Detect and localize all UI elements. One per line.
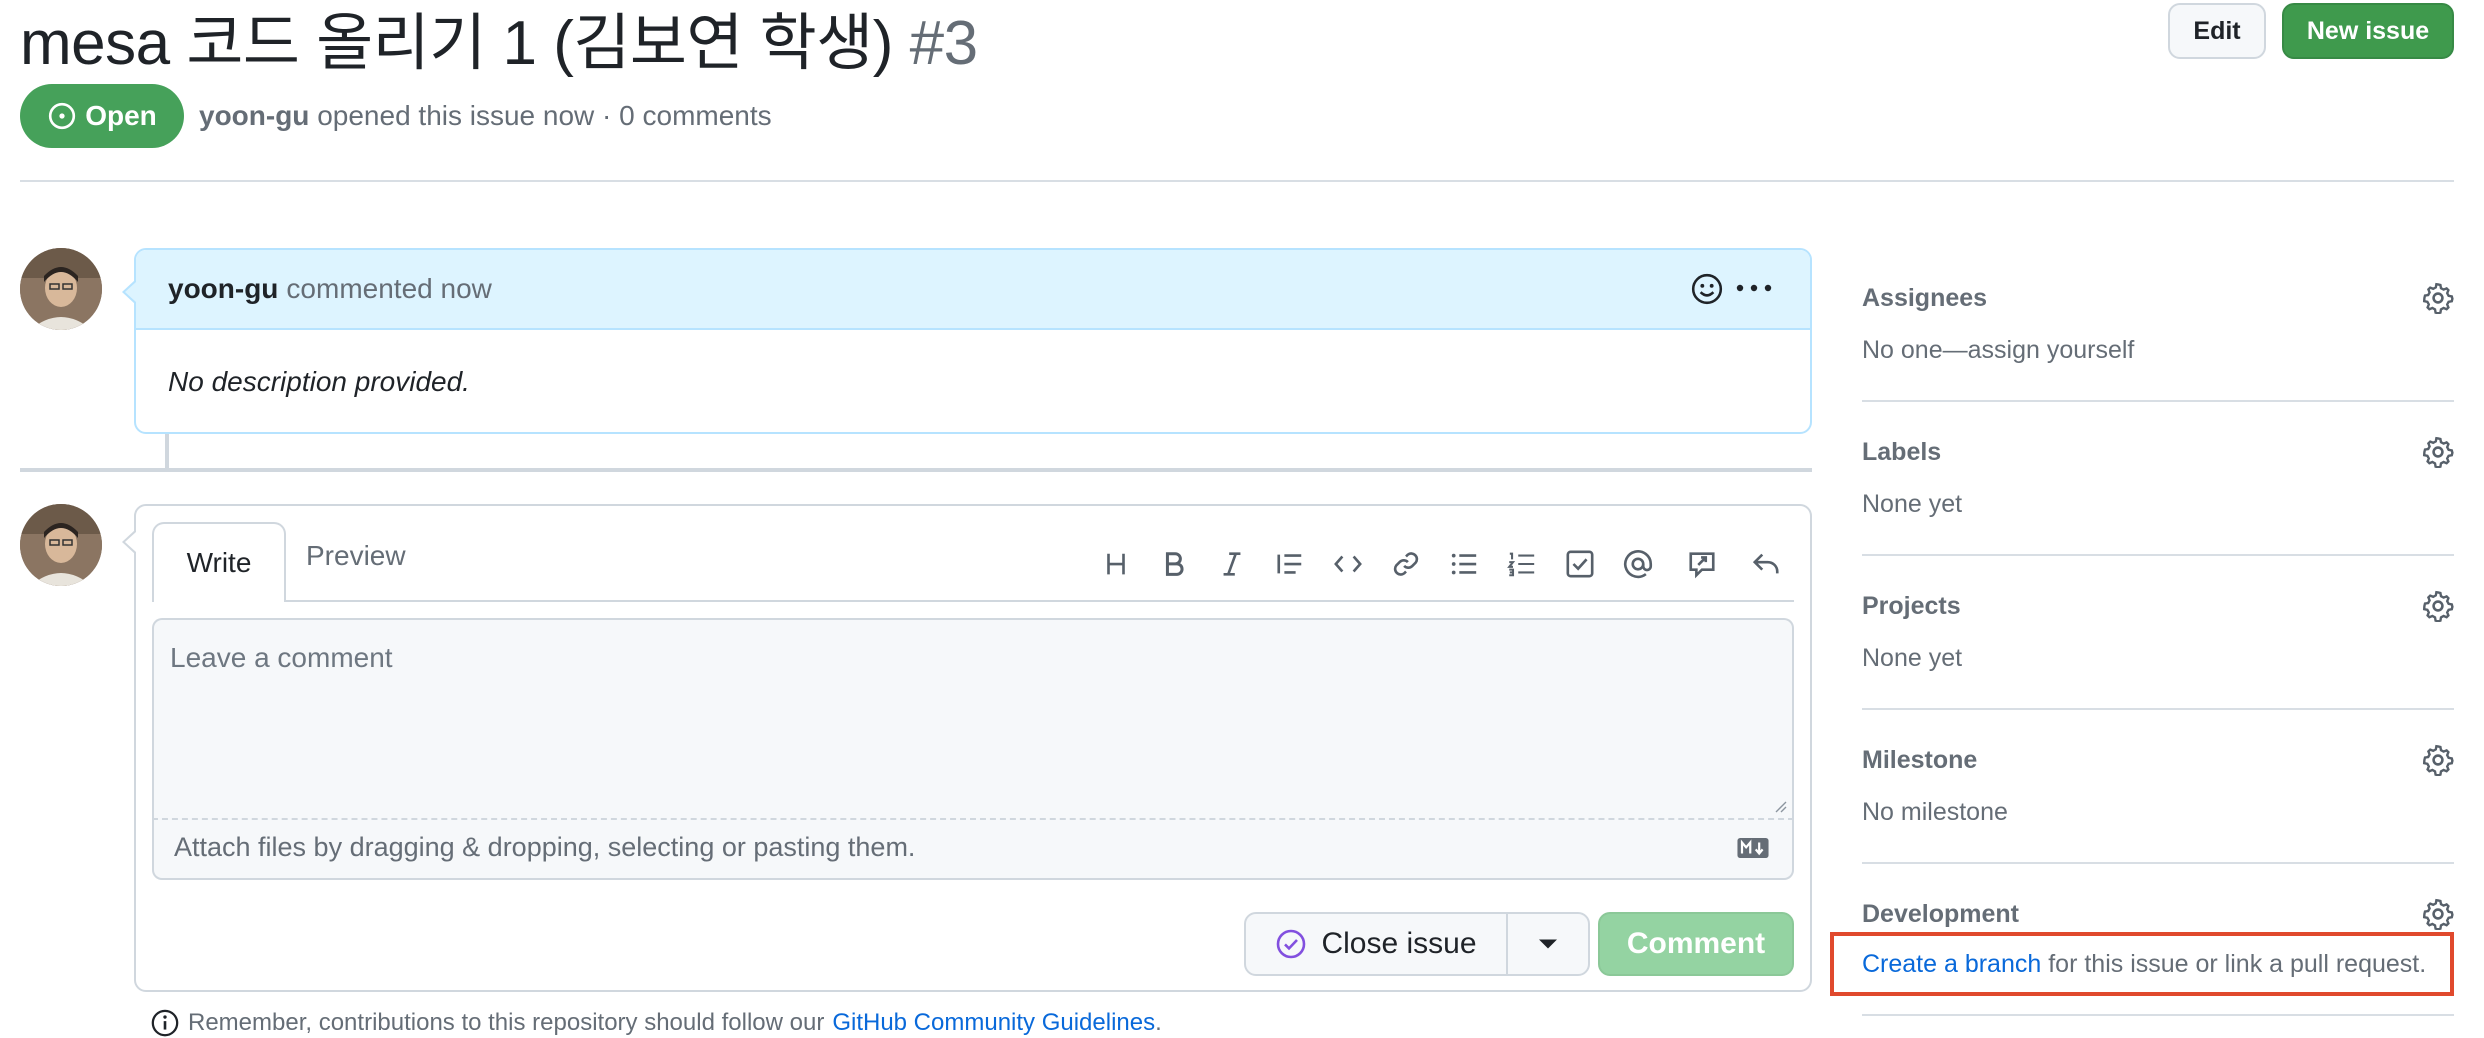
kebab-menu-icon[interactable] <box>1734 278 1774 298</box>
sidebar-labels-value: None yet <box>1862 490 1963 518</box>
quote-icon[interactable] <box>1268 544 1312 584</box>
timeline-line <box>165 434 169 470</box>
gear-icon[interactable] <box>2422 436 2454 468</box>
issue-closed-icon <box>1277 929 1306 959</box>
bold-icon[interactable] <box>1152 544 1196 584</box>
italic-icon[interactable] <box>1210 544 1254 584</box>
header-divider <box>20 180 2454 182</box>
sidebar-divider <box>1862 708 2454 710</box>
comment-button[interactable]: Comment <box>1598 912 1794 976</box>
community-guidelines-link[interactable]: GitHub Community Guidelines <box>832 1009 1155 1036</box>
issue-open-icon <box>49 102 76 130</box>
highlight-box <box>1830 932 2454 996</box>
gear-icon[interactable] <box>2422 898 2454 930</box>
issue-author-link[interactable]: yoon-gu <box>199 100 309 131</box>
triangle-down-icon <box>1539 939 1557 949</box>
attach-hint: Attach files by dragging & dropping, sel… <box>174 832 916 862</box>
gear-icon[interactable] <box>2422 590 2454 622</box>
heading-icon[interactable] <box>1094 544 1138 584</box>
comment-header: yoon-gu commented now <box>136 250 1810 330</box>
link-icon[interactable] <box>1384 544 1428 584</box>
sidebar-divider <box>1862 1014 2454 1016</box>
sidebar-development-title[interactable]: Development <box>1862 900 2019 929</box>
emoji-reaction-icon[interactable] <box>1690 272 1724 306</box>
sidebar-projects-title[interactable]: Projects <box>1862 592 1961 621</box>
avatar[interactable] <box>20 248 102 330</box>
sidebar-labels-title[interactable]: Labels <box>1862 438 1941 467</box>
current-user-avatar[interactable] <box>20 504 102 586</box>
gear-icon[interactable] <box>2422 744 2454 776</box>
sidebar-divider <box>1862 400 2454 402</box>
mention-icon[interactable] <box>1616 544 1660 584</box>
tab-preview[interactable]: Preview <box>306 540 406 572</box>
close-issue-button[interactable]: Close issue <box>1244 912 1508 976</box>
markdown-icon[interactable] <box>1736 837 1770 859</box>
reply-icon[interactable] <box>1744 544 1788 584</box>
timeline-divider <box>20 468 1812 472</box>
sidebar-projects-value: None yet <box>1862 644 1963 672</box>
info-icon <box>151 1009 179 1037</box>
issue-meta: yoon-gu opened this issue now · 0 commen… <box>199 100 772 132</box>
editor-caret-inner <box>125 532 136 552</box>
issue-number: #3 <box>909 9 978 78</box>
bullet-list-icon[interactable] <box>1442 544 1486 584</box>
issue-title: mesa 코드 올리기 1 (김보연 학생) #3 <box>20 0 978 82</box>
gear-icon[interactable] <box>2422 282 2454 314</box>
status-label: Open <box>85 100 157 131</box>
comment-action[interactable]: commented now <box>286 273 491 305</box>
tab-write[interactable]: Write <box>152 522 286 602</box>
comment-textarea[interactable]: Leave a comment <box>152 618 1794 818</box>
contribution-note: Remember, contributions to this reposito… <box>150 1008 1162 1038</box>
status-badge: Open <box>20 84 184 148</box>
close-issue-label: Close issue <box>1321 927 1477 960</box>
sidebar-milestone-title[interactable]: Milestone <box>1862 746 1977 775</box>
edit-button[interactable]: Edit <box>2168 3 2266 59</box>
contribution-note-suffix: . <box>1155 1009 1162 1036</box>
contribution-note-text: Remember, contributions to this reposito… <box>188 1009 825 1036</box>
task-list-icon[interactable] <box>1558 544 1602 584</box>
close-options-dropdown[interactable] <box>1506 912 1590 976</box>
resize-handle-icon[interactable] <box>1772 798 1788 814</box>
sidebar-assignees-title[interactable]: Assignees <box>1862 284 1987 313</box>
numbered-list-icon[interactable] <box>1500 544 1544 584</box>
sidebar-assignees-value[interactable]: No one—assign yourself <box>1862 336 2134 365</box>
comment-body: No description provided. <box>168 366 470 397</box>
sidebar-divider <box>1862 554 2454 556</box>
sidebar-milestone-value: No milestone <box>1862 798 2008 826</box>
new-issue-button[interactable]: New issue <box>2282 3 2454 59</box>
attach-files-area[interactable]: Attach files by dragging & dropping, sel… <box>152 818 1794 880</box>
reference-icon[interactable] <box>1680 544 1724 584</box>
comment-box: yoon-gu commented now No description pro… <box>134 248 1812 434</box>
comment-author[interactable]: yoon-gu <box>168 273 278 305</box>
code-icon[interactable] <box>1326 544 1370 584</box>
sidebar-divider <box>1862 862 2454 864</box>
issue-meta-text: opened this issue now · 0 comments <box>317 100 772 131</box>
comment-caret-inner <box>125 282 136 302</box>
issue-title-text: mesa 코드 올리기 1 (김보연 학생) <box>20 9 893 78</box>
tabs-divider <box>152 600 1794 602</box>
